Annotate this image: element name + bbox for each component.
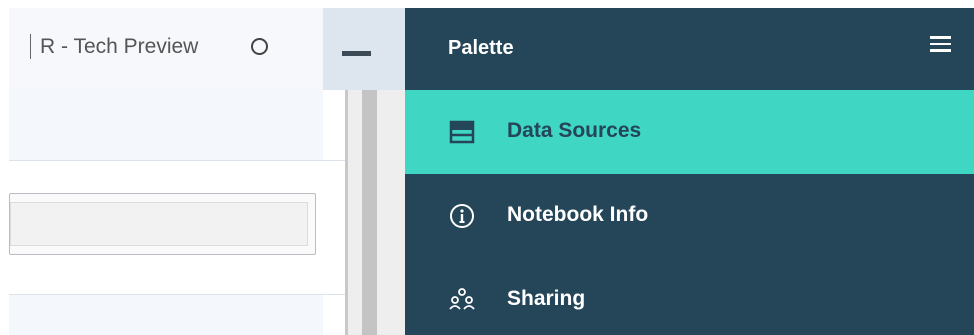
- palette-item-label: Notebook Info: [507, 203, 649, 226]
- palette-item-label: Data Sources: [507, 119, 642, 142]
- palette-panel: Palette Data Sources Notebook Info Shari…: [405, 8, 974, 335]
- kernel-separator: [30, 34, 31, 59]
- palette-item-data-sources[interactable]: Data Sources: [405, 90, 974, 174]
- cell-editor[interactable]: [10, 202, 308, 246]
- hamburger-menu-icon[interactable]: [930, 36, 951, 52]
- collapse-palette-button[interactable]: [323, 8, 405, 90]
- palette-item-label: Sharing: [507, 287, 586, 310]
- kernel-bar: R - Tech Preview: [9, 8, 323, 90]
- scrollbar-thumb[interactable]: [362, 90, 377, 335]
- palette-item-notebook-info[interactable]: Notebook Info: [405, 174, 974, 258]
- palette-title: Palette: [448, 37, 514, 59]
- notebook-area: R - Tech Preview: [9, 8, 346, 335]
- data-sources-icon: [449, 120, 475, 144]
- sharing-icon: [449, 288, 475, 310]
- minus-icon: [342, 51, 371, 56]
- info-icon: [450, 204, 474, 228]
- scrollbar-gutter: [345, 90, 348, 335]
- app-root: R - Tech Preview Palette Data Sources No…: [0, 0, 974, 335]
- palette-item-sharing[interactable]: Sharing: [405, 258, 974, 335]
- kernel-name[interactable]: R - Tech Preview: [40, 35, 198, 59]
- cell-input[interactable]: [9, 193, 316, 255]
- kernel-status-icon: [251, 38, 268, 55]
- palette-header: Palette: [405, 8, 974, 90]
- notebook-cell: [9, 160, 346, 295]
